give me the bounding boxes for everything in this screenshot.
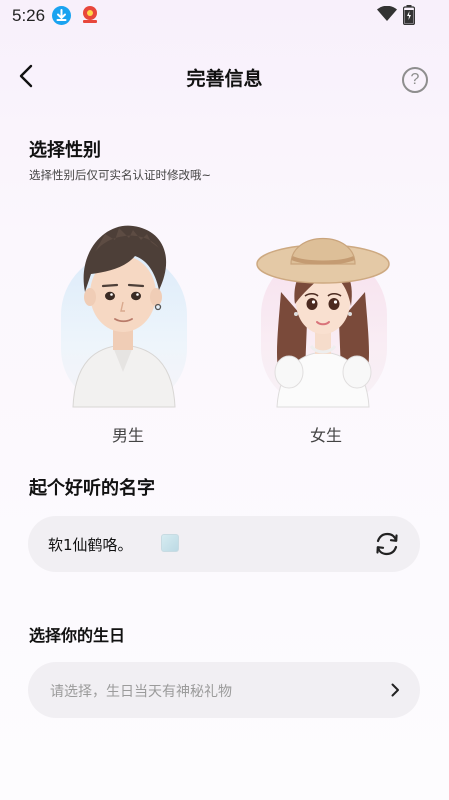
page-title: 完善信息 (186, 68, 263, 90)
nickname-field[interactable]: 软1仙鹤咯。 (28, 516, 420, 572)
refresh-icon[interactable] (373, 530, 401, 558)
gender-label-female: 女生 (309, 426, 342, 445)
birthday-picker[interactable]: 请选择，生日当天有神秘礼物 (28, 662, 420, 718)
gender-section-subtitle: 选择性别后仅可实名认证时修改哦~ (29, 168, 212, 182)
app-notification-icon (80, 5, 100, 25)
help-icon[interactable]: ? (402, 67, 428, 93)
male-avatar-image (72, 225, 176, 408)
nickname-value: 软1仙鹤咯。 (48, 536, 133, 554)
gender-label-male: 男生 (111, 426, 144, 445)
male-avatar-option[interactable] (55, 212, 191, 408)
download-icon (52, 6, 71, 25)
wifi-icon (377, 5, 397, 26)
battery-icon (402, 5, 416, 29)
birthday-section-title: 选择你的生日 (29, 626, 126, 645)
chevron-right-icon (391, 683, 399, 697)
name-section-title: 起个好听的名字 (29, 478, 155, 499)
status-bar: 5:26 (0, 0, 449, 30)
nickname-emoji-icon (161, 534, 179, 552)
gender-section-title: 选择性别 (29, 140, 101, 161)
female-avatar-option[interactable] (255, 212, 391, 408)
birthday-placeholder: 请选择，生日当天有神秘礼物 (50, 684, 232, 700)
female-avatar-image (256, 237, 390, 408)
status-time: 5:26 (12, 6, 46, 25)
